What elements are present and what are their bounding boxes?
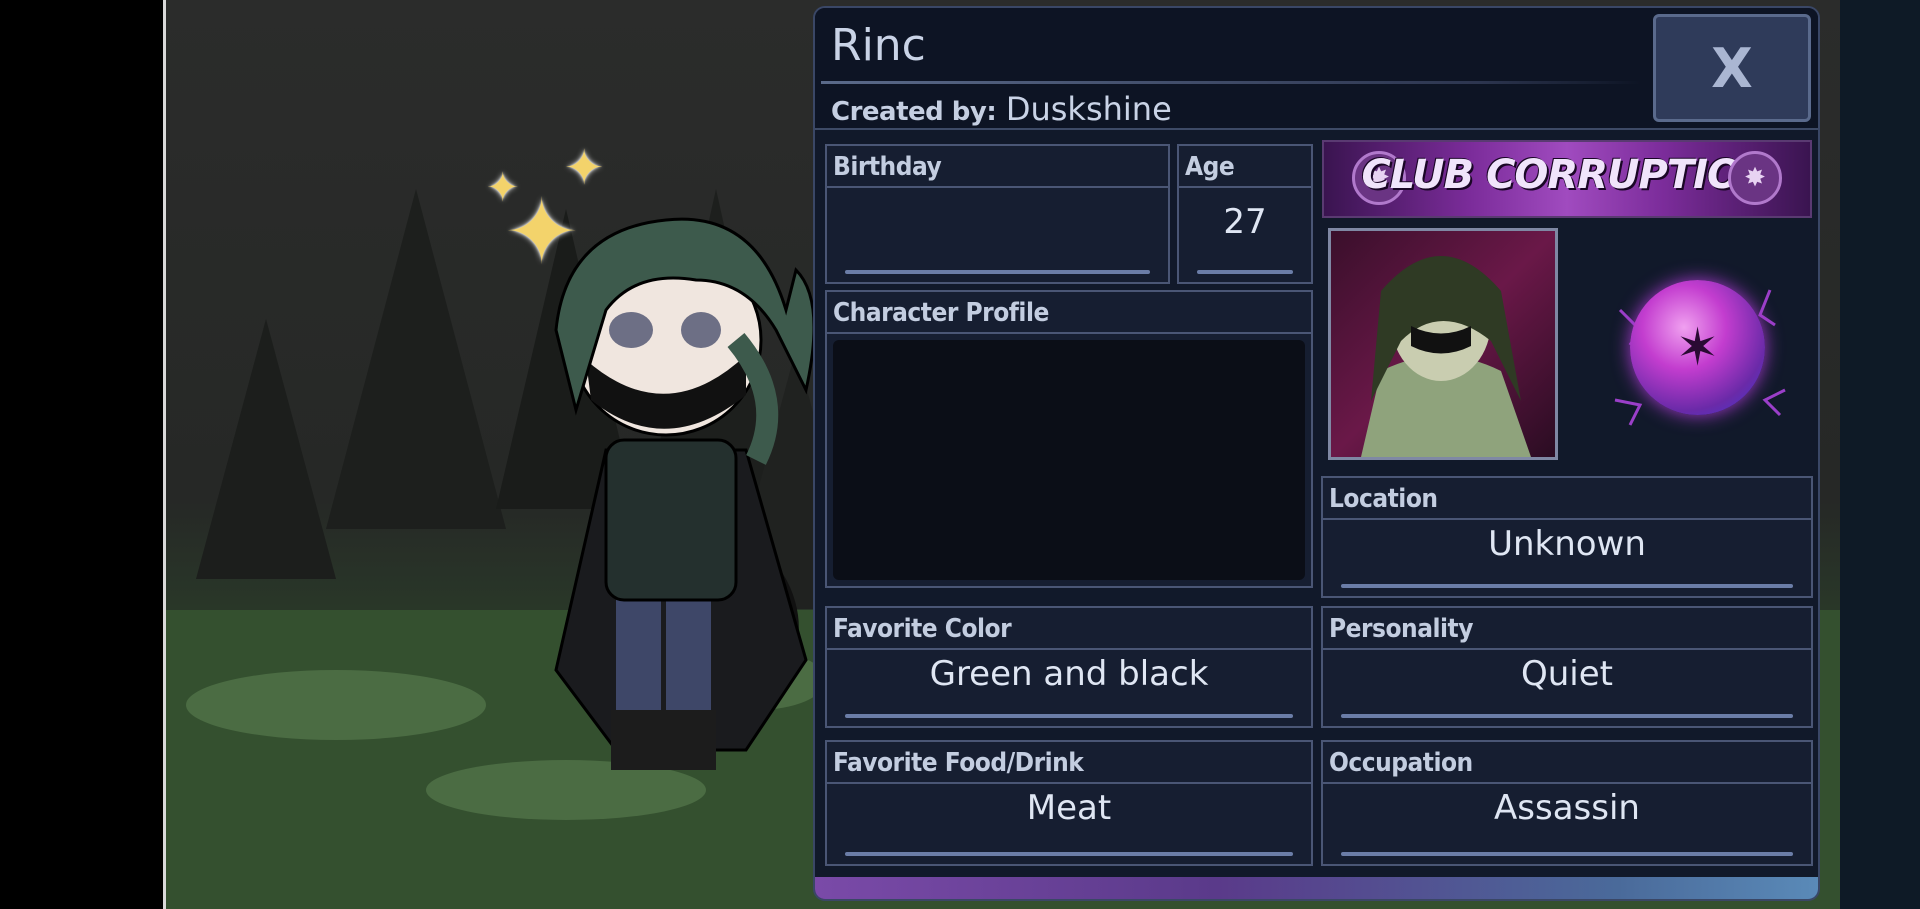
- close-button[interactable]: X: [1653, 14, 1811, 122]
- birthday-label: Birthday: [827, 146, 1168, 188]
- club-emblem-icon: ✸: [1728, 151, 1782, 205]
- character-profile-field[interactable]: Character Profile: [825, 290, 1313, 588]
- location-label: Location: [1323, 478, 1811, 520]
- scene-right-edge: [1840, 0, 1920, 909]
- favorite-food-field[interactable]: Favorite Food/Drink Meat: [825, 740, 1313, 866]
- location-underline: [1341, 584, 1793, 588]
- personality-label: Personality: [1323, 608, 1811, 650]
- character-profile-text[interactable]: [833, 340, 1305, 580]
- favorite-color-field[interactable]: Favorite Color Green and black: [825, 606, 1313, 728]
- occupation-value: Assassin: [1494, 788, 1640, 828]
- occupation-label: Occupation: [1323, 742, 1811, 784]
- favorite-food-value: Meat: [1026, 788, 1112, 828]
- occupation-underline: [1341, 852, 1793, 856]
- panel-bottom-bar: [815, 877, 1818, 899]
- tree: [196, 319, 336, 579]
- location-value: Unknown: [1488, 524, 1646, 564]
- birthday-underline: [845, 270, 1150, 274]
- panel-header: Rinc Created by: Duskshine X: [815, 8, 1818, 130]
- name-divider: [821, 81, 1641, 84]
- location-field[interactable]: Location Unknown: [1321, 476, 1813, 598]
- age-field[interactable]: Age 27: [1177, 144, 1313, 284]
- occupation-field[interactable]: Occupation Assassin: [1321, 740, 1813, 866]
- personality-underline: [1341, 714, 1793, 718]
- club-banner[interactable]: ✸ CLUB CORRUPTION ✸: [1322, 140, 1812, 218]
- favorite-color-underline: [845, 714, 1293, 718]
- sparkle-icon: ✦: [564, 140, 605, 196]
- sparkle-icon: ✦: [486, 165, 520, 211]
- age-underline: [1197, 270, 1293, 274]
- creator-name: Duskshine: [1005, 90, 1172, 128]
- birthday-field[interactable]: Birthday: [825, 144, 1170, 284]
- age-label: Age: [1179, 146, 1311, 188]
- favorite-food-underline: [845, 852, 1293, 856]
- ground-patch: [186, 670, 486, 740]
- created-by: Created by: Duskshine: [831, 90, 1172, 128]
- tree: [326, 189, 506, 529]
- character-profile-label: Character Profile: [827, 292, 1311, 334]
- age-value: 27: [1223, 202, 1267, 242]
- corruption-orb-icon: ✶: [1630, 280, 1765, 415]
- letterbox-left: [0, 0, 163, 909]
- character-name: Rinc: [831, 20, 926, 71]
- personality-value: Quiet: [1520, 654, 1613, 694]
- close-icon[interactable]: X: [1711, 37, 1753, 100]
- personality-field[interactable]: Personality Quiet: [1321, 606, 1813, 728]
- favorite-color-value: Green and black: [929, 654, 1209, 694]
- favorite-food-label: Favorite Food/Drink: [827, 742, 1311, 784]
- created-by-label: Created by:: [831, 97, 997, 127]
- favorite-color-label: Favorite Color: [827, 608, 1311, 650]
- corruption-orb: ✶: [1600, 250, 1800, 450]
- character-portrait[interactable]: [1328, 228, 1558, 460]
